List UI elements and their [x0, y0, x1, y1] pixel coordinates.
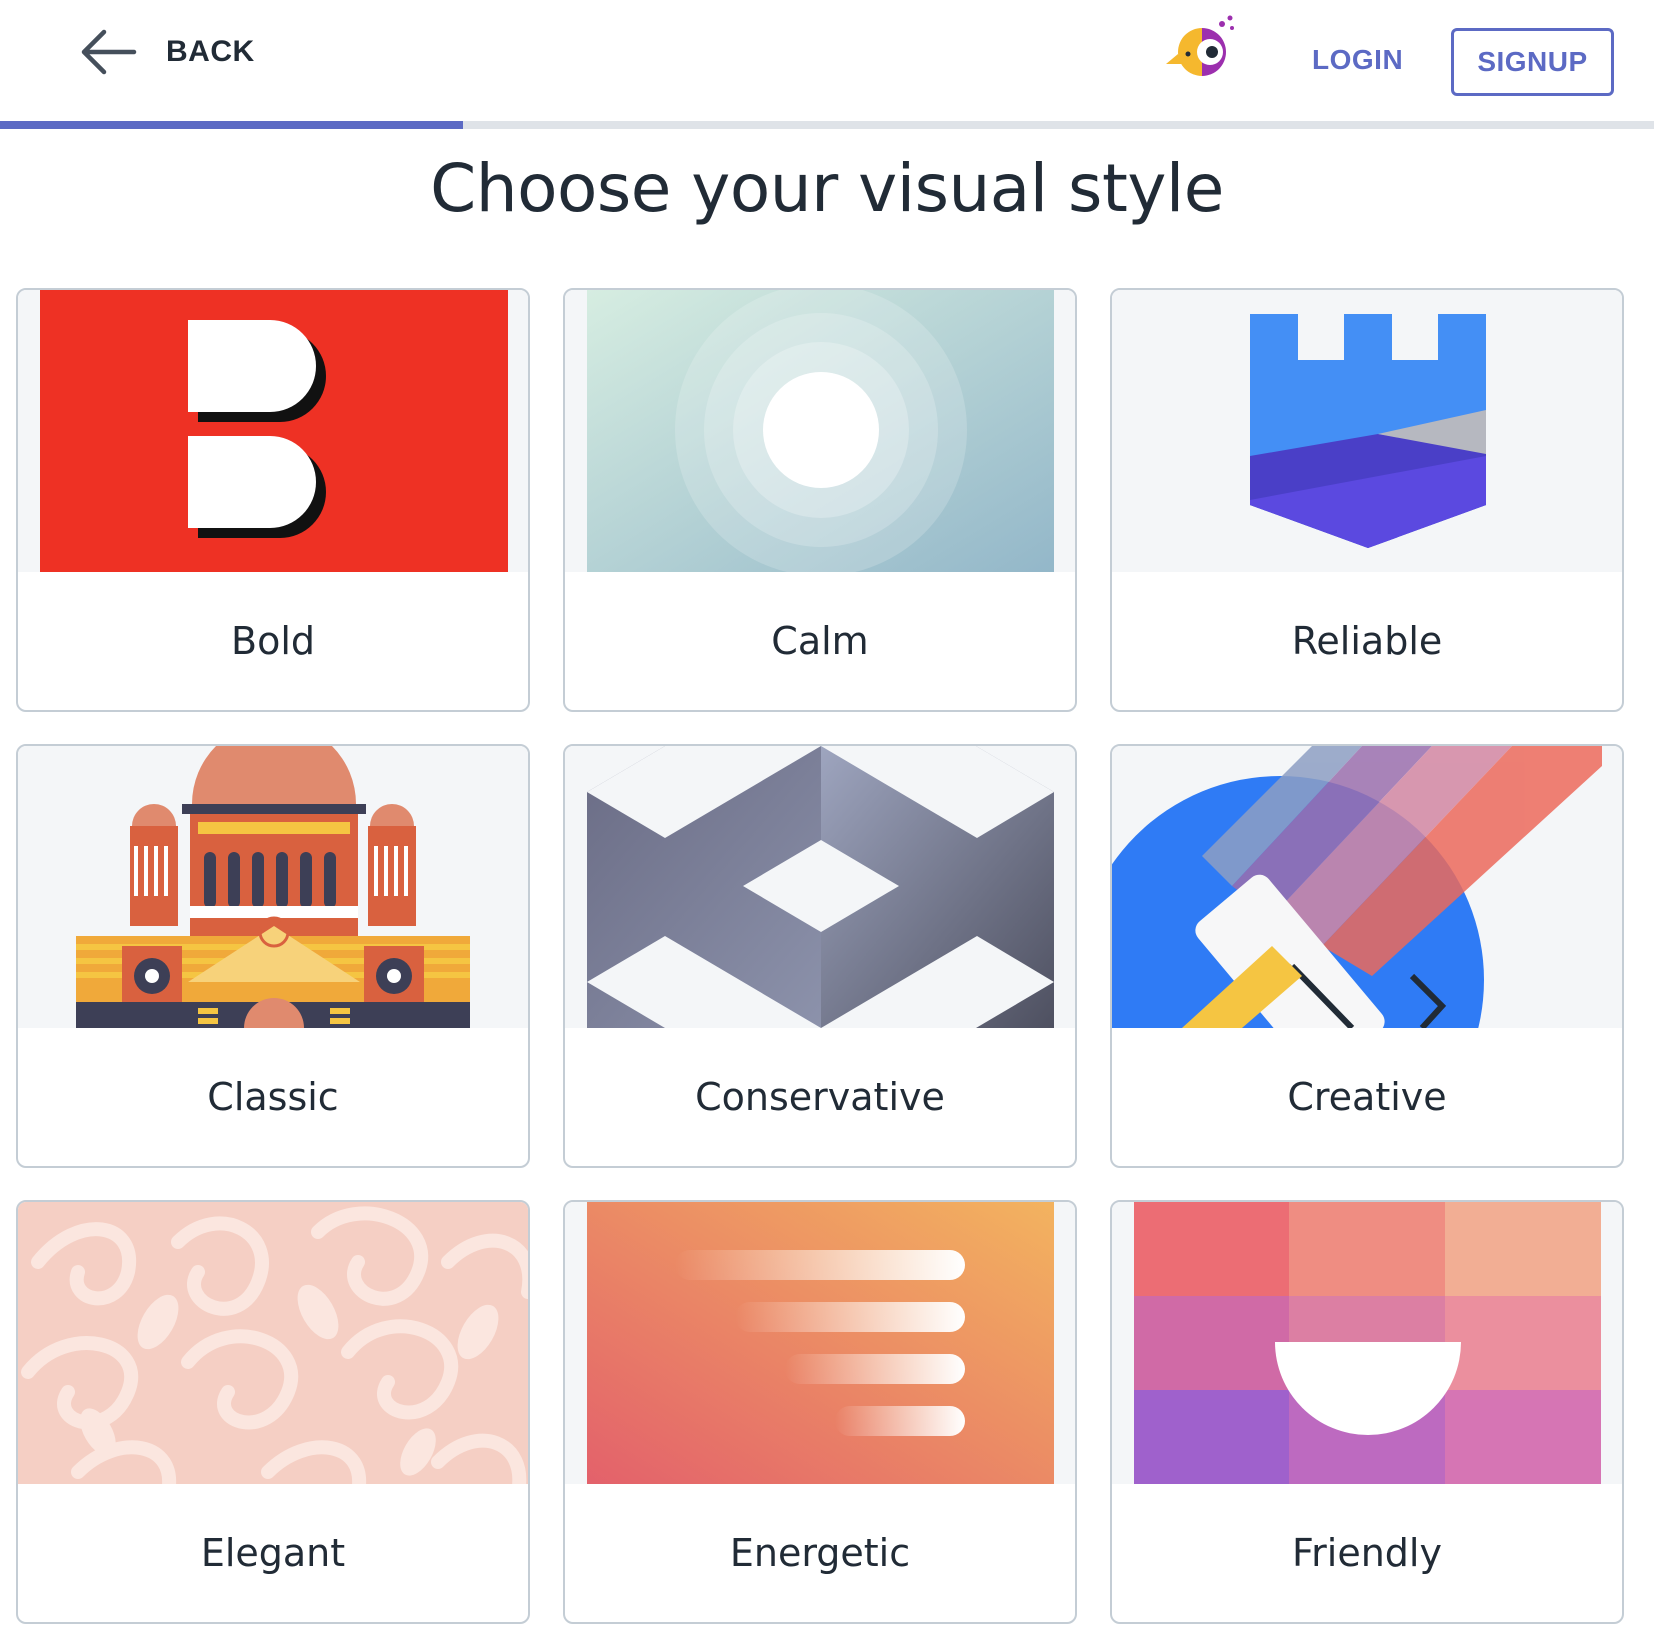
style-art-calm	[565, 290, 1075, 572]
style-card-reliable[interactable]: Reliable	[1110, 288, 1624, 712]
smile-icon	[1134, 1202, 1601, 1484]
style-label: Bold	[231, 619, 315, 663]
style-label: Conservative	[695, 1075, 945, 1119]
style-card-conservative[interactable]: Conservative	[563, 744, 1077, 1168]
style-card-energetic[interactable]: Energetic	[563, 1200, 1077, 1624]
style-art-elegant	[18, 1202, 528, 1484]
style-art-reliable	[1112, 290, 1622, 572]
speed-lines-icon	[587, 1202, 1054, 1484]
login-link[interactable]: LOGIN	[1312, 44, 1403, 76]
page-title: Choose your visual style	[430, 150, 1224, 227]
progress-bar	[0, 121, 1654, 129]
geometric-diamond-icon	[587, 746, 1054, 1028]
style-card-creative[interactable]: Creative	[1110, 744, 1624, 1168]
bold-letter-icon	[40, 290, 508, 572]
style-label: Reliable	[1291, 619, 1443, 663]
style-label: Classic	[207, 1075, 339, 1119]
style-card-bold[interactable]: Bold	[16, 288, 530, 712]
castle-shield-icon	[1250, 314, 1486, 548]
style-art-friendly	[1112, 1202, 1622, 1484]
style-card-friendly[interactable]: Friendly	[1110, 1200, 1624, 1624]
signup-button[interactable]: SIGNUP	[1451, 28, 1614, 96]
brand-logo-icon	[1166, 15, 1234, 76]
progress-bar-fill	[0, 121, 464, 129]
style-art-bold	[18, 290, 528, 572]
damask-pattern-icon	[21, 1206, 528, 1484]
arrow-left-icon	[81, 29, 137, 75]
style-label: Elegant	[200, 1531, 346, 1575]
back-label: BACK	[166, 35, 255, 68]
style-label: Creative	[1287, 1075, 1447, 1119]
concentric-circles-icon	[587, 290, 1054, 572]
style-label: Calm	[771, 619, 869, 663]
style-card-classic[interactable]: Classic	[16, 744, 530, 1168]
style-art-conservative	[565, 746, 1075, 1028]
style-card-elegant[interactable]: Elegant	[16, 1200, 530, 1624]
style-art-creative	[1112, 746, 1622, 1028]
back-button[interactable]: BACK	[78, 22, 255, 82]
style-card-calm[interactable]: Calm	[563, 288, 1077, 712]
style-label: Friendly	[1292, 1531, 1442, 1575]
top-bar: BACK LOGIN SIGNUP	[0, 0, 1654, 130]
style-art-classic	[18, 746, 528, 1028]
paint-roller-icon	[1112, 746, 1602, 1028]
palace-icon	[76, 746, 470, 1028]
style-label: Energetic	[729, 1531, 911, 1575]
style-art-energetic	[565, 1202, 1075, 1484]
